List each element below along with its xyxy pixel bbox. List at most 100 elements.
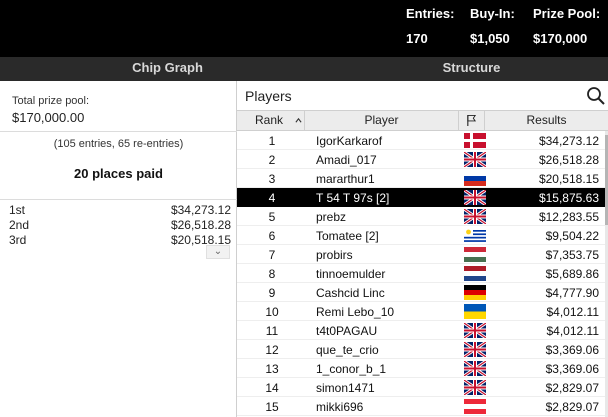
buyin-value: $1,050: [470, 31, 510, 46]
result-cell: $26,518.28: [538, 153, 599, 167]
rank-cell: 11: [265, 324, 279, 338]
rank-cell: 15: [265, 400, 279, 414]
table-row[interactable]: 10 Remi Lebo_10 $4,012.11: [237, 302, 605, 321]
austria-flag-icon: [464, 399, 486, 414]
uk-flag-icon: [464, 152, 486, 167]
players-title: Players: [245, 88, 292, 104]
uk-flag-icon: [464, 209, 486, 224]
ukraine-flag-icon: [464, 304, 486, 319]
tab-chip-graph[interactable]: Chip Graph: [0, 57, 335, 81]
prize-pool-value: $170,000: [533, 31, 588, 46]
payout-row: 3rd $20,518.15: [0, 232, 237, 248]
result-cell: $4,012.11: [546, 324, 600, 338]
result-cell: $5,689.86: [545, 267, 599, 281]
players-panel: Players Rank Player Results 1 IgorKarkaro…: [237, 81, 608, 417]
places-paid: 20 places paid: [74, 166, 163, 181]
player-name-cell: t4t0PAGAU: [316, 324, 378, 338]
denmark-flag-icon: [464, 133, 486, 148]
table-row[interactable]: 1 IgorKarkarof $34,273.12: [237, 131, 605, 150]
table-row[interactable]: 11 t4t0PAGAU $4,012.11: [237, 321, 605, 340]
result-cell: $3,369.06: [545, 362, 599, 376]
table-row[interactable]: 5 prebz $12,283.55: [237, 207, 605, 226]
uk-flag-icon: [464, 342, 486, 357]
hungary-flag-icon: [464, 247, 486, 262]
table-row[interactable]: 7 probirs $7,353.75: [237, 245, 605, 264]
result-cell: $2,829.07: [545, 381, 599, 395]
tab-structure[interactable]: Structure: [335, 57, 608, 81]
uk-flag-icon: [464, 380, 486, 395]
result-cell: $7,353.75: [545, 248, 599, 262]
entries-label: Entries:: [406, 6, 455, 21]
buyin-label: Buy-In:: [470, 6, 515, 21]
payout-row: 1st $34,273.12: [0, 202, 237, 218]
table-row[interactable]: 2 Amadi_017 $26,518.28: [237, 150, 605, 169]
player-name-cell: tinnoemulder: [316, 267, 386, 281]
column-header-player[interactable]: Player: [305, 111, 459, 130]
result-cell: $4,777.90: [545, 286, 599, 300]
payout-amount: $34,273.12: [170, 203, 231, 217]
rank-header-label: Rank: [255, 113, 284, 127]
netherlands-flag-icon: [464, 266, 486, 281]
rank-cell: 13: [265, 362, 279, 376]
prize-pool-label: Prize Pool:: [533, 6, 601, 21]
table-row[interactable]: 9 Cashcid Linc $4,777.90: [237, 283, 605, 302]
tournament-summary-bar: Entries: 170 Buy-In: $1,050 Prize Pool: …: [0, 0, 608, 57]
column-header-results[interactable]: Results: [485, 111, 608, 130]
rank-cell: 9: [268, 286, 276, 300]
table-row[interactable]: 14 simon1471 $2,829.07: [237, 378, 605, 397]
rank-cell: 4: [268, 191, 276, 205]
player-name-cell: 1_conor_b_1: [316, 362, 387, 376]
table-row[interactable]: 13 1_conor_b_1 $3,369.06: [237, 359, 605, 378]
player-name-cell: Cashcid Linc: [316, 286, 385, 300]
players-table-header: Rank Player Results: [237, 110, 608, 131]
rank-cell: 12: [265, 343, 279, 357]
player-name-cell: Amadi_017: [316, 153, 377, 167]
player-name-cell: Tomatee [2]: [316, 229, 379, 243]
column-header-country[interactable]: [459, 111, 485, 130]
germany-flag-icon: [464, 285, 486, 300]
chevron-down-icon[interactable]: ⌄: [206, 245, 230, 259]
rank-cell: 3: [268, 172, 276, 186]
payout-row: 2nd $26,518.28: [0, 217, 237, 233]
sort-ascending-icon: [295, 117, 302, 123]
search-icon[interactable]: [586, 86, 606, 106]
result-cell: $3,369.06: [545, 343, 599, 357]
rank-cell: 5: [268, 210, 276, 224]
rank-cell: 1: [268, 134, 276, 148]
rank-cell: 8: [268, 267, 276, 281]
table-row[interactable]: 6 Tomatee [2] $9,504.22: [237, 226, 605, 245]
russia-flag-icon: [464, 171, 486, 186]
tab-bar: Chip Graph Structure: [0, 57, 608, 81]
players-table-body: 1 IgorKarkarof $34,273.12 2 Amadi_017 $26,518…: [237, 131, 608, 417]
player-name-cell: probirs: [316, 248, 353, 262]
table-row[interactable]: 8 tinnoemulder $5,689.86: [237, 264, 605, 283]
table-row-selected[interactable]: 4 T 54 T 97s [2] $15,875.63: [237, 188, 605, 207]
result-cell: $34,273.12: [538, 134, 599, 148]
result-cell: $2,829.07: [545, 400, 599, 414]
rank-cell: 14: [265, 381, 279, 395]
result-cell: $4,012.11: [546, 305, 600, 319]
rank-cell: 2: [268, 153, 276, 167]
uk-flag-icon: [464, 323, 486, 338]
divider: [0, 199, 237, 200]
table-row[interactable]: 15 mikki696 $2,829.07: [237, 397, 605, 416]
rank-cell: 6: [268, 229, 276, 243]
payout-amount: $26,518.28: [170, 218, 231, 232]
uk-flag-icon: [464, 190, 486, 205]
payout-place: 3rd: [9, 233, 27, 247]
entries-breakdown: (105 entries, 65 re-entries): [53, 138, 184, 150]
player-name-cell: T 54 T 97s [2]: [316, 191, 390, 205]
player-name-cell: prebz: [316, 210, 347, 224]
player-name-cell: que_te_crio: [316, 343, 379, 357]
player-name-cell: mararthur1: [316, 172, 375, 186]
player-name-cell: mikki696: [316, 400, 364, 414]
result-cell: $15,875.63: [538, 191, 599, 205]
column-header-rank[interactable]: Rank: [237, 111, 305, 130]
result-cell: $12,283.55: [538, 210, 599, 224]
player-name-cell: Remi Lebo_10: [316, 305, 395, 319]
uk-flag-icon: [464, 361, 486, 376]
result-cell: $20,518.15: [538, 172, 599, 186]
uruguay-flag-icon: [464, 228, 486, 243]
table-row[interactable]: 12 que_te_crio $3,369.06: [237, 340, 605, 359]
table-row[interactable]: 3 mararthur1 $20,518.15: [237, 169, 605, 188]
